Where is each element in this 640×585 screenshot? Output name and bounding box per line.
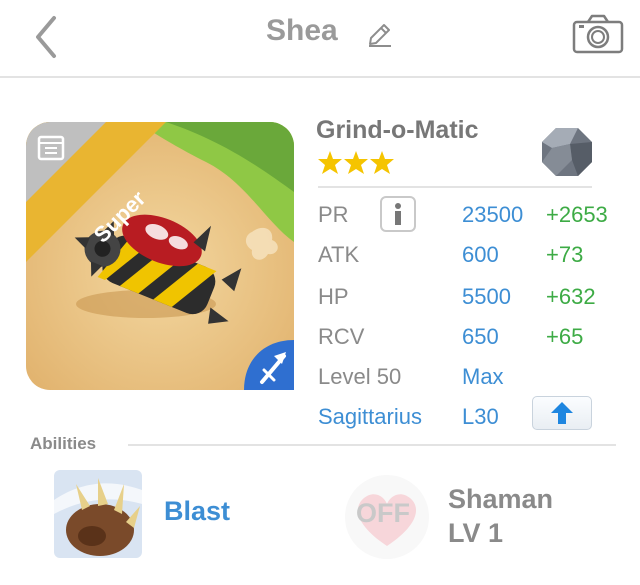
star-icon — [344, 151, 368, 174]
stat-bonus-hp: +632 — [546, 284, 596, 309]
class-level: LV 1 — [448, 518, 504, 548]
star-rating — [318, 150, 394, 181]
stat-value-pr: 23500 — [462, 202, 524, 227]
star-icon — [318, 151, 342, 174]
back-button[interactable] — [30, 14, 64, 60]
stat-label-pr: PR — [318, 202, 349, 227]
stat-value-rcv: 650 — [462, 324, 499, 349]
class-skill-off-label: OFF — [356, 498, 410, 528]
stat-label-hp: HP — [318, 284, 349, 309]
stat-label-rcv: RCV — [318, 324, 365, 349]
card-stack-icon — [37, 135, 65, 161]
arrow-up-icon — [551, 402, 573, 424]
stat-bonus-rcv: +65 — [546, 324, 584, 349]
abilities-divider — [128, 444, 616, 446]
camera-icon — [572, 14, 624, 54]
edit-name-button[interactable] — [366, 20, 394, 48]
info-icon — [395, 203, 401, 225]
zodiac-class-badge — [244, 340, 294, 390]
sagittarius-arrow-icon — [244, 340, 294, 390]
stat-bonus-atk: +73 — [546, 242, 584, 267]
element-icon — [540, 126, 594, 178]
stone-element-icon — [542, 128, 592, 176]
upgrade-button[interactable] — [532, 396, 592, 430]
star-icon — [370, 151, 394, 174]
zodiac-level: L30 — [462, 404, 499, 429]
level-label: Level 50 — [318, 364, 402, 389]
info-divider — [318, 186, 592, 188]
stat-value-hp: 5500 — [462, 284, 511, 309]
camera-button[interactable] — [572, 14, 624, 54]
chevron-left-icon — [36, 16, 56, 58]
claw-skill-icon — [54, 470, 142, 558]
pencil-icon — [369, 24, 391, 47]
zodiac-link[interactable]: Sagittarius — [318, 404, 422, 430]
stat-value-atk: 600 — [462, 242, 499, 267]
monster-name: Grind-o-Matic — [316, 116, 479, 144]
stat-bonus-pr: +2653 — [546, 202, 608, 227]
skill-name[interactable]: Blast — [164, 496, 230, 527]
abilities-heading: Abilities — [30, 434, 97, 453]
page-title: Shea — [266, 14, 338, 47]
class-name: Shaman — [448, 484, 554, 514]
stat-label-atk: ATK — [318, 242, 360, 267]
info-button[interactable] — [380, 196, 416, 232]
level-value: Max — [462, 364, 504, 389]
card-type-icon — [36, 132, 66, 162]
skill-thumbnail[interactable] — [54, 470, 142, 558]
